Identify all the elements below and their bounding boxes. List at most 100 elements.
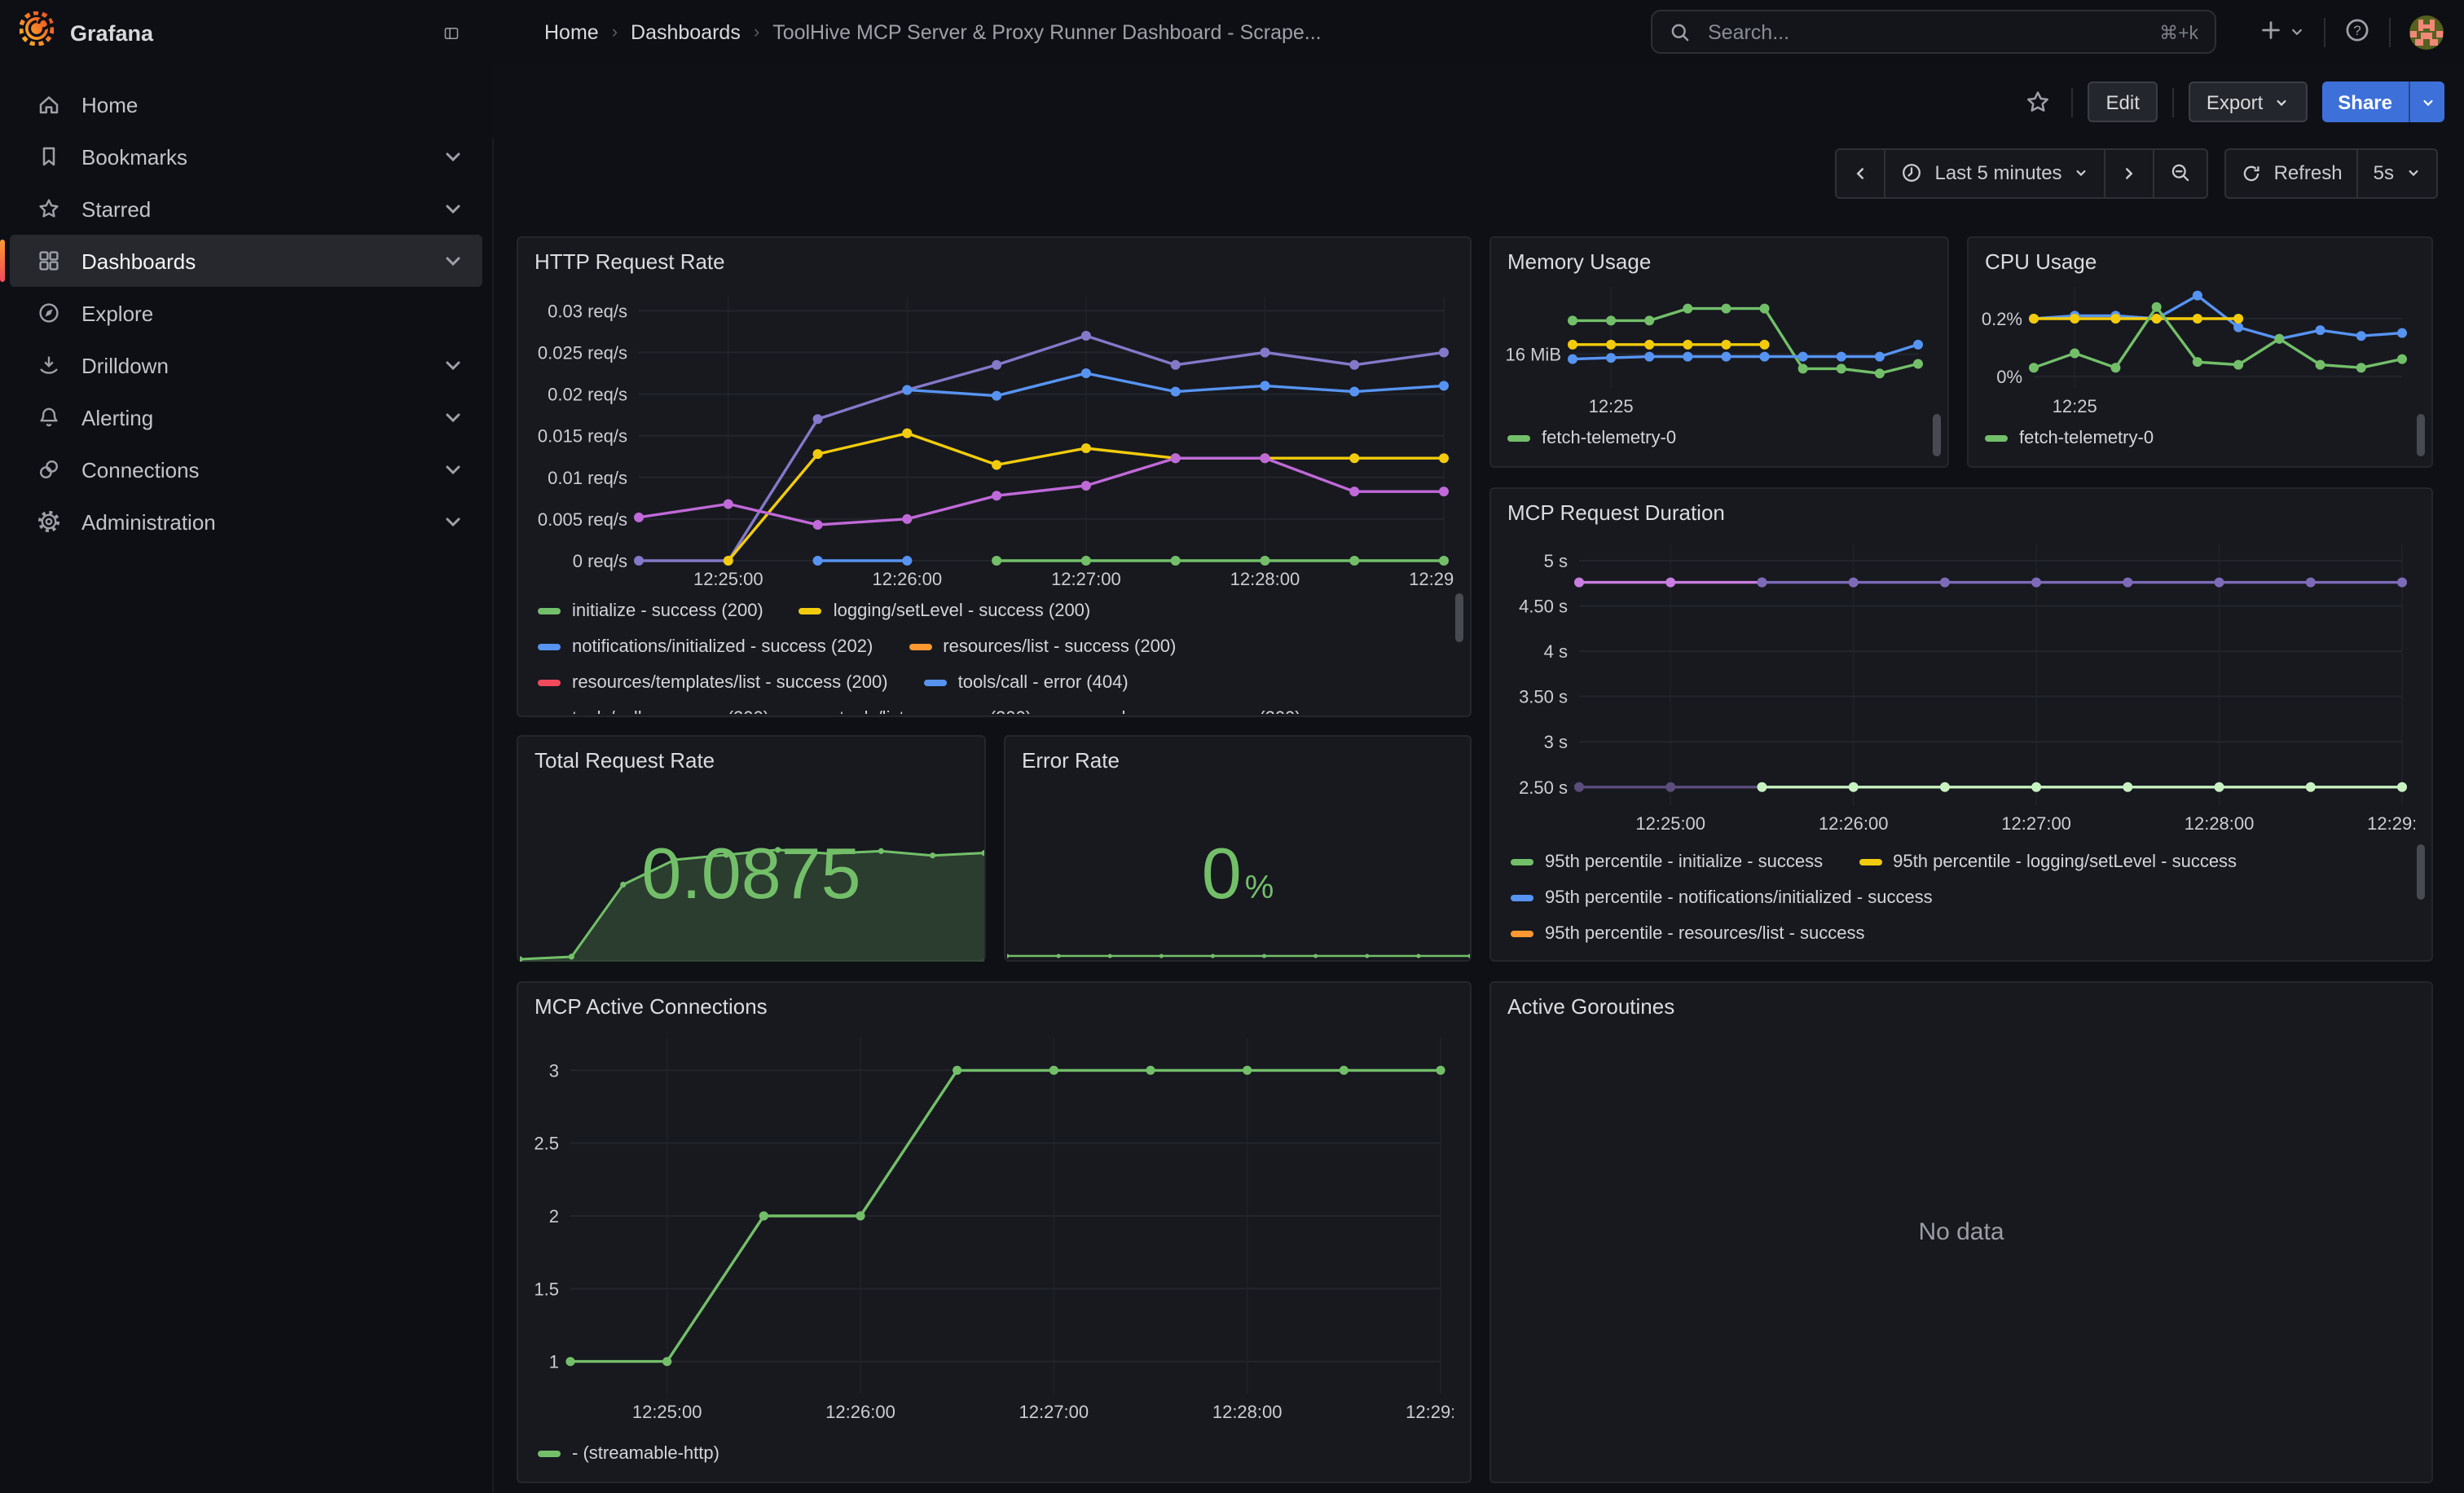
edit-button[interactable]: Edit (2088, 81, 2158, 122)
add-new-button[interactable] (2255, 15, 2309, 51)
breadcrumb-home[interactable]: Home (544, 21, 599, 44)
search-shortcut: ⌘+k (2159, 20, 2198, 43)
panel-title[interactable]: HTTP Request Rate (535, 249, 725, 274)
cpu-usage-chart[interactable]: 12:250.2%0% (1975, 277, 2415, 417)
legend-item[interactable]: tools/call - error (404) (924, 673, 1129, 693)
sidebar-item-connections[interactable]: Connections (10, 443, 482, 495)
sidebar-item-administration[interactable]: Administration (10, 495, 482, 548)
brand[interactable]: Grafana (20, 0, 153, 65)
error-rate-unit: % (1245, 870, 1274, 908)
connections-icon (36, 456, 62, 482)
time-controls: Last 5 minutes Refresh 5s (492, 139, 2464, 207)
panel-cpu-usage: CPU Usage 12:250.2%0% fetch-telemetry-0 (1967, 236, 2433, 468)
share-button[interactable]: Share (2321, 81, 2409, 122)
legend-item[interactable]: tools/list - success (200) (805, 709, 1032, 714)
time-shift-forward-button[interactable] (2105, 149, 2154, 196)
panel-title[interactable]: CPU Usage (1985, 249, 2097, 274)
chevron-down-icon (2273, 94, 2289, 110)
legend-label: tools/list - success (200) (839, 709, 1032, 714)
svg-text:0.025 req/s: 0.025 req/s (538, 342, 627, 363)
mcp-request-duration-chart[interactable]: 12:25:0012:26:0012:27:0012:28:0012:29:00… (1501, 531, 2415, 838)
legend-item[interactable]: 95th percentile - initialize - success (1511, 852, 1823, 872)
gear-icon (36, 509, 62, 535)
panel-title[interactable]: Active Goroutines (1507, 994, 1674, 1019)
search-box[interactable]: ⌘+k (1651, 10, 2216, 54)
zoom-out-button[interactable] (2154, 149, 2207, 196)
legend-scrollbar[interactable] (2417, 844, 2425, 900)
sidebar-item-label: Starred (81, 196, 420, 221)
sidebar-item-drilldown[interactable]: Drilldown (10, 339, 482, 391)
search-input[interactable] (1705, 19, 2146, 45)
legend-item[interactable]: 95th percentile - notifications/initiali… (1511, 888, 1933, 908)
svg-text:12:27:00: 12:27:00 (1051, 569, 1121, 589)
star-dashboard-button[interactable] (2020, 83, 2057, 121)
sidebar-item-bookmarks[interactable]: Bookmarks (10, 130, 482, 183)
divider (2072, 87, 2074, 117)
sidebar-item-dashboards[interactable]: Dashboards (10, 235, 482, 287)
sidebar-item-label: Explore (81, 301, 482, 325)
legend-item[interactable]: unknown - success (200) (1067, 709, 1301, 714)
chevron-down-icon[interactable] (440, 456, 466, 482)
memory-usage-chart[interactable]: 12:2516 MiB (1498, 277, 1931, 417)
legend-item[interactable]: 95th percentile - resources/list - succe… (1511, 924, 1865, 944)
legend-color-chip (538, 680, 561, 686)
legend-label: logging/setLevel - success (200) (834, 601, 1091, 621)
cpu-legend: fetch-telemetry-0 (1985, 421, 2399, 463)
panel-active-goroutines: Active Goroutines No data (1489, 981, 2433, 1483)
chevron-down-icon[interactable] (440, 352, 466, 378)
legend-label: notifications/initialized - success (202… (572, 637, 873, 657)
legend-item[interactable]: tools/call - success (200) (538, 709, 769, 714)
sidebar-item-label: Drilldown (81, 353, 420, 377)
share-options-button[interactable] (2409, 81, 2444, 122)
sidebar-item-label: Administration (81, 509, 420, 534)
sidebar-item-explore[interactable]: Explore (10, 287, 482, 339)
export-button[interactable]: Export (2189, 81, 2307, 122)
topbar-right: ? (2255, 0, 2448, 65)
time-range-picker[interactable]: Last 5 minutes (1884, 149, 2104, 196)
legend-scrollbar[interactable] (1455, 593, 1463, 642)
legend-scrollbar[interactable] (1933, 414, 1941, 456)
legend-item[interactable]: logging/setLevel - success (200) (799, 601, 1091, 621)
legend-color-chip (799, 608, 822, 614)
sidebar-item-home[interactable]: Home (10, 78, 482, 130)
sidebar-collapse-icon[interactable] (433, 15, 469, 51)
chevron-down-icon[interactable] (440, 196, 466, 222)
search-icon (1669, 20, 1692, 43)
sidebar-item-label: Dashboards (81, 249, 420, 273)
legend-item[interactable]: fetch-telemetry-0 (1985, 429, 2154, 448)
legend-item[interactable]: notifications/initialized - success (202… (538, 637, 873, 657)
legend-item[interactable]: initialize - success (200) (538, 601, 763, 621)
legend-item[interactable]: fetch-telemetry-0 (1507, 429, 1676, 448)
http-request-rate-chart[interactable]: 12:25:0012:26:0012:27:0012:28:0012:29:00… (528, 284, 1454, 593)
mcp-active-connections-chart[interactable]: 12:25:0012:26:0012:27:0012:28:0012:29:00… (528, 1025, 1454, 1429)
panel-http-request-rate: HTTP Request Rate 12:25:0012:26:0012:27:… (517, 236, 1472, 717)
panel-title[interactable]: Memory Usage (1507, 249, 1651, 274)
sidebar-item-starred[interactable]: Starred (10, 183, 482, 235)
legend-item[interactable]: resources/templates/list - success (200) (538, 673, 888, 693)
panel-title[interactable]: MCP Request Duration (1507, 500, 1725, 525)
chevron-down-icon[interactable] (440, 509, 466, 535)
refresh-icon (2242, 162, 2263, 183)
svg-text:12:27:00: 12:27:00 (2001, 813, 2071, 834)
chevron-down-icon[interactable] (440, 143, 466, 170)
time-shift-back-button[interactable] (1837, 149, 1884, 196)
legend-scrollbar[interactable] (2417, 414, 2425, 456)
chevron-down-icon[interactable] (440, 404, 466, 430)
svg-text:3.50 s: 3.50 s (1519, 687, 1568, 707)
help-button[interactable]: ? (2340, 13, 2374, 52)
refresh-button[interactable]: Refresh (2227, 149, 2357, 196)
legend-item[interactable]: resources/list - success (200) (909, 637, 1176, 657)
panel-title[interactable]: Total Request Rate (535, 748, 715, 773)
legend-label: resources/list - success (200) (943, 637, 1176, 657)
error-rate-sparkline (1007, 923, 1470, 960)
refresh-interval-picker[interactable]: 5s (2357, 149, 2436, 196)
panel-title[interactable]: MCP Active Connections (535, 994, 768, 1019)
legend-item[interactable]: 95th percentile - logging/setLevel - suc… (1859, 852, 2237, 872)
panel-title[interactable]: Error Rate (1022, 748, 1120, 773)
breadcrumb-dashboards[interactable]: Dashboards (631, 21, 741, 44)
sidebar-item-alerting[interactable]: Alerting (10, 391, 482, 443)
legend-item[interactable]: - (streamable-http) (538, 1444, 719, 1464)
user-avatar[interactable] (2405, 11, 2448, 54)
legend-label: 95th percentile - initialize - success (1545, 852, 1823, 872)
chevron-down-icon[interactable] (440, 248, 466, 274)
